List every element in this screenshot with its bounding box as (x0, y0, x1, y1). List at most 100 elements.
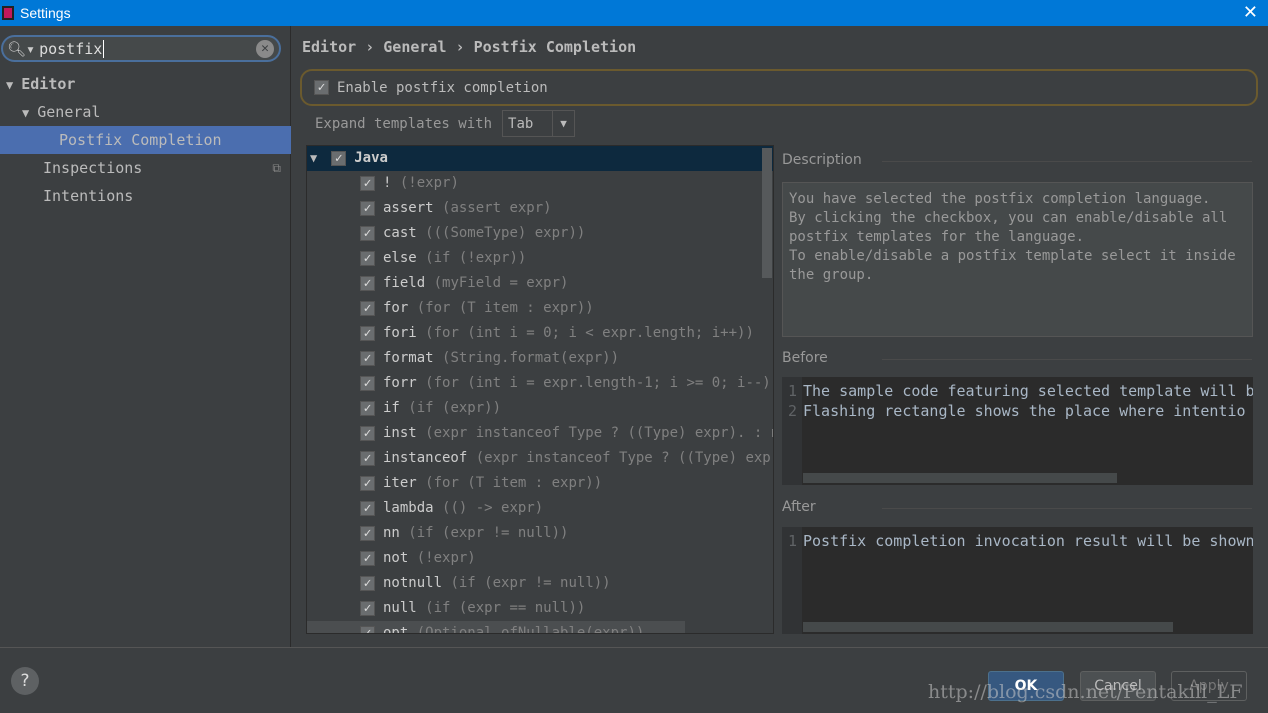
tree-item-inspections[interactable]: Inspections ⧉ (0, 154, 291, 182)
tree-item-general[interactable]: ▼ General (0, 98, 291, 126)
template-example: (if (expr == null)) (425, 600, 586, 616)
template-example: (for (T item : expr)) (416, 300, 594, 316)
checkbox-checked-icon[interactable]: ✓ (360, 201, 375, 216)
template-example: (if (!expr)) (425, 250, 527, 266)
app-logo-icon (2, 6, 14, 20)
template-item[interactable]: ✓ cast (((SomeType) expr)) (307, 221, 762, 246)
line-number: 2 (788, 402, 798, 420)
template-key: field (383, 275, 426, 291)
template-key: inst (383, 425, 417, 441)
watermark: http://blog.csdn.net/Pentakill_LF (928, 681, 1243, 703)
template-item[interactable]: ✓ field (myField = expr) (307, 271, 762, 296)
checkbox-checked-icon[interactable]: ✓ (360, 351, 375, 366)
template-key: cast (383, 225, 417, 241)
checkbox-checked-icon[interactable]: ✓ (360, 176, 375, 191)
template-group-java[interactable]: ▼ ✓ Java (307, 146, 773, 171)
tree-label: Inspections (43, 159, 143, 177)
search-value[interactable]: postfix (39, 39, 105, 58)
code-line: Postfix completion invocation result wil… (803, 532, 1253, 550)
checkbox-checked-icon[interactable]: ✓ (360, 526, 375, 541)
template-key: assert (383, 200, 434, 216)
template-item[interactable]: ✓ notnull (if (expr != null)) (307, 571, 762, 596)
template-item[interactable]: ✓! (!expr) (307, 171, 762, 196)
template-item[interactable]: ✓ not (!expr) (307, 546, 762, 571)
tree-label: Intentions (43, 187, 134, 205)
template-item[interactable]: ✓ forr (for (int i = expr.length-1; i >= … (307, 371, 773, 396)
checkbox-checked-icon[interactable]: ✓ (331, 151, 347, 166)
horizontal-scrollbar[interactable] (803, 622, 1173, 632)
expand-key-select[interactable]: Tab ▼ (502, 110, 576, 137)
tree-label: General (37, 103, 101, 121)
template-example: (if (expr != null)) (450, 575, 611, 591)
close-icon[interactable]: ✕ (1243, 2, 1258, 23)
checkbox-checked-icon[interactable]: ✓ (360, 426, 375, 441)
checkbox-checked-icon[interactable]: ✓ (360, 451, 375, 466)
tree-item-editor[interactable]: ▼ Editor (0, 70, 291, 98)
checkbox-checked-icon[interactable]: ✓ (360, 626, 375, 633)
template-item[interactable]: ✓ assert (assert expr) (307, 196, 762, 221)
template-item[interactable]: ✓ opt (Optional.ofNullable(expr)) (307, 621, 685, 634)
checkbox-checked-icon[interactable]: ✓ (360, 551, 375, 566)
template-item[interactable]: ✓ format (String.format(expr)) (307, 346, 762, 371)
template-item[interactable]: ✓ nn (if (expr != null)) (307, 521, 762, 546)
checkbox-checked-icon[interactable]: ✓ (360, 276, 375, 291)
template-item[interactable]: ✓ iter (for (T item : expr)) (307, 471, 762, 496)
template-item[interactable]: ✓ inst (expr instanceof Type ? ((Type) ex… (307, 421, 773, 446)
checkbox-checked-icon[interactable]: ✓ (360, 376, 375, 391)
checkbox-checked-icon[interactable]: ✓ (360, 601, 375, 616)
template-item[interactable]: ✓ for (for (T item : expr)) (307, 296, 762, 321)
help-button[interactable]: ? (11, 667, 39, 695)
template-item[interactable]: ✓ fori (for (int i = 0; i < expr.length; … (307, 321, 762, 346)
search-icon[interactable]: 🔍︎▾ (7, 40, 35, 58)
horizontal-scrollbar[interactable] (803, 473, 1117, 483)
template-example: (for (T item : expr)) (425, 475, 603, 491)
template-key: null (383, 600, 417, 616)
expand-arrow-icon[interactable]: ▼ (6, 78, 13, 92)
template-item[interactable]: ✓ if (if (expr)) (307, 396, 762, 421)
template-item[interactable]: ✓ null (if (expr == null)) (307, 596, 762, 621)
expand-templates-row: Expand templates with Tab ▼ (315, 110, 576, 137)
template-item[interactable]: ✓ lambda (() -> expr) (307, 496, 762, 521)
enable-label: Enable postfix completion (337, 79, 548, 96)
checkbox-checked-icon[interactable]: ✓ (360, 226, 375, 241)
expand-arrow-icon[interactable]: ▼ (310, 151, 317, 165)
template-example: (expr instanceof Type ? ((Type) expr). :… (425, 425, 774, 441)
sidebar: 🔍︎▾ postfix ✕ ▼ Editor ▼ General Postfix C… (0, 26, 291, 647)
checkbox-checked-icon[interactable]: ✓ (360, 401, 375, 416)
line-number: 1 (788, 532, 798, 550)
vertical-scrollbar[interactable] (762, 148, 772, 278)
description-text: You have selected the postfix completion… (782, 182, 1253, 337)
tree-item-postfix-completion[interactable]: Postfix Completion (0, 126, 291, 154)
template-key: forr (383, 375, 417, 391)
template-tree: ▼ ✓ Java ✓! (!expr) ✓ assert (assert expr) ✓ c… (306, 145, 774, 634)
template-example: (assert expr) (442, 200, 552, 216)
code-line: The sample code featuring selected templ… (803, 382, 1253, 400)
template-item[interactable]: ✓ instanceof (expr instanceof Type ? ((Ty… (307, 446, 773, 471)
search-input[interactable]: 🔍︎▾ postfix ✕ (1, 35, 281, 62)
expand-arrow-icon[interactable]: ▼ (22, 106, 29, 120)
template-example: (String.format(expr)) (442, 350, 620, 366)
checkbox-checked-icon[interactable]: ✓ (360, 251, 375, 266)
checkbox-checked-icon[interactable]: ✓ (360, 326, 375, 341)
checkbox-checked-icon[interactable]: ✓ (360, 301, 375, 316)
checkbox-checked-icon[interactable]: ✓ (360, 476, 375, 491)
checkbox-checked-icon[interactable]: ✓ (360, 576, 375, 591)
template-key: nn (383, 525, 400, 541)
after-title: After (782, 499, 1247, 515)
template-key: not (383, 550, 409, 566)
template-item[interactable]: ✓ else (if (!expr)) (307, 246, 762, 271)
footer (0, 647, 1268, 713)
checkbox-checked-icon[interactable]: ✓ (360, 501, 375, 516)
template-example: (Optional.ofNullable(expr)) (416, 625, 645, 634)
enable-postfix-checkbox[interactable]: ✓ Enable postfix completion (300, 69, 1258, 106)
template-example: (!expr) (399, 175, 459, 191)
template-key: iter (383, 475, 417, 491)
chevron-down-icon[interactable]: ▼ (552, 111, 574, 136)
template-key: opt (383, 625, 409, 634)
expand-label: Expand templates with (315, 115, 493, 132)
checkbox-checked-icon[interactable]: ✓ (314, 80, 329, 95)
clear-search-icon[interactable]: ✕ (256, 40, 274, 58)
template-key: format (383, 350, 434, 366)
template-key: fori (383, 325, 417, 341)
tree-item-intentions[interactable]: Intentions (0, 182, 291, 210)
